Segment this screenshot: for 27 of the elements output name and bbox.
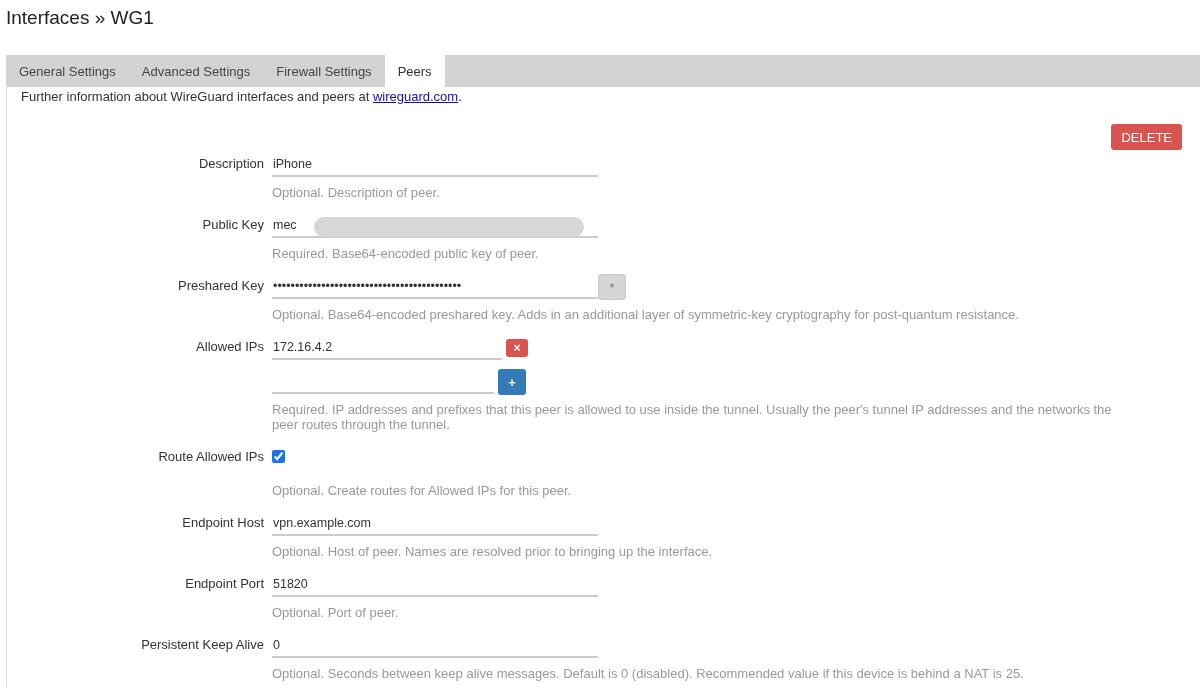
field-label: Public Key (202, 216, 264, 234)
help-text: Optional. Base64-encoded preshared key. Adds in an additional layer of symmetric-key cryptography for post-quantum resistance. (272, 307, 1020, 322)
field-label: Preshared Key (178, 277, 264, 295)
remove-button[interactable]: × (506, 339, 528, 357)
add-button[interactable]: + (498, 369, 526, 395)
help-text: Optional. Host of peer. Names are resolved prior to bringing up the interface. (272, 544, 714, 559)
delete-button[interactable]: DELETE (1111, 124, 1182, 150)
help-text: Optional. Create routes for Allowed IPs for this peer. (272, 483, 573, 498)
tab[interactable]: Advanced Settings (128, 55, 264, 87)
info-text: Further information about WireGuard interfaces and peers at wireguard.com. (20, 88, 463, 105)
field-label: Route Allowed IPs (158, 448, 264, 466)
tab[interactable]: General Settings (6, 55, 129, 87)
field-label: Endpoint Host (182, 514, 264, 532)
help-text: Optional. Description of peer. (272, 185, 441, 200)
tab[interactable]: Firewall Settings (263, 55, 385, 87)
help-text: Required. IP addresses and prefixes that this peer is allowed to use inside the tunnel. Usually the peer's tunnel IP addresses and the networks the peer routes through the tunnel. (272, 402, 1113, 432)
help-text: Optional. Port of peer. (272, 605, 400, 620)
text-field[interactable]: mec (272, 214, 598, 238)
field-label: Persistent Keep Alive (141, 636, 264, 654)
page-title: Interfaces » WG1 (6, 6, 154, 30)
tab[interactable]: Peers (384, 55, 445, 87)
help-text: Required. Base64-encoded public key of peer. (272, 246, 540, 261)
field-label: Allowed IPs (196, 338, 264, 356)
help-text: Optional. Seconds between keep alive messages. Default is 0 (disabled). Recommended value if this device is behind a NAT is 25. (272, 666, 1025, 681)
checkbox[interactable] (272, 450, 285, 463)
field-label: Description (198, 155, 264, 173)
field-label: Endpoint Port (185, 575, 264, 593)
